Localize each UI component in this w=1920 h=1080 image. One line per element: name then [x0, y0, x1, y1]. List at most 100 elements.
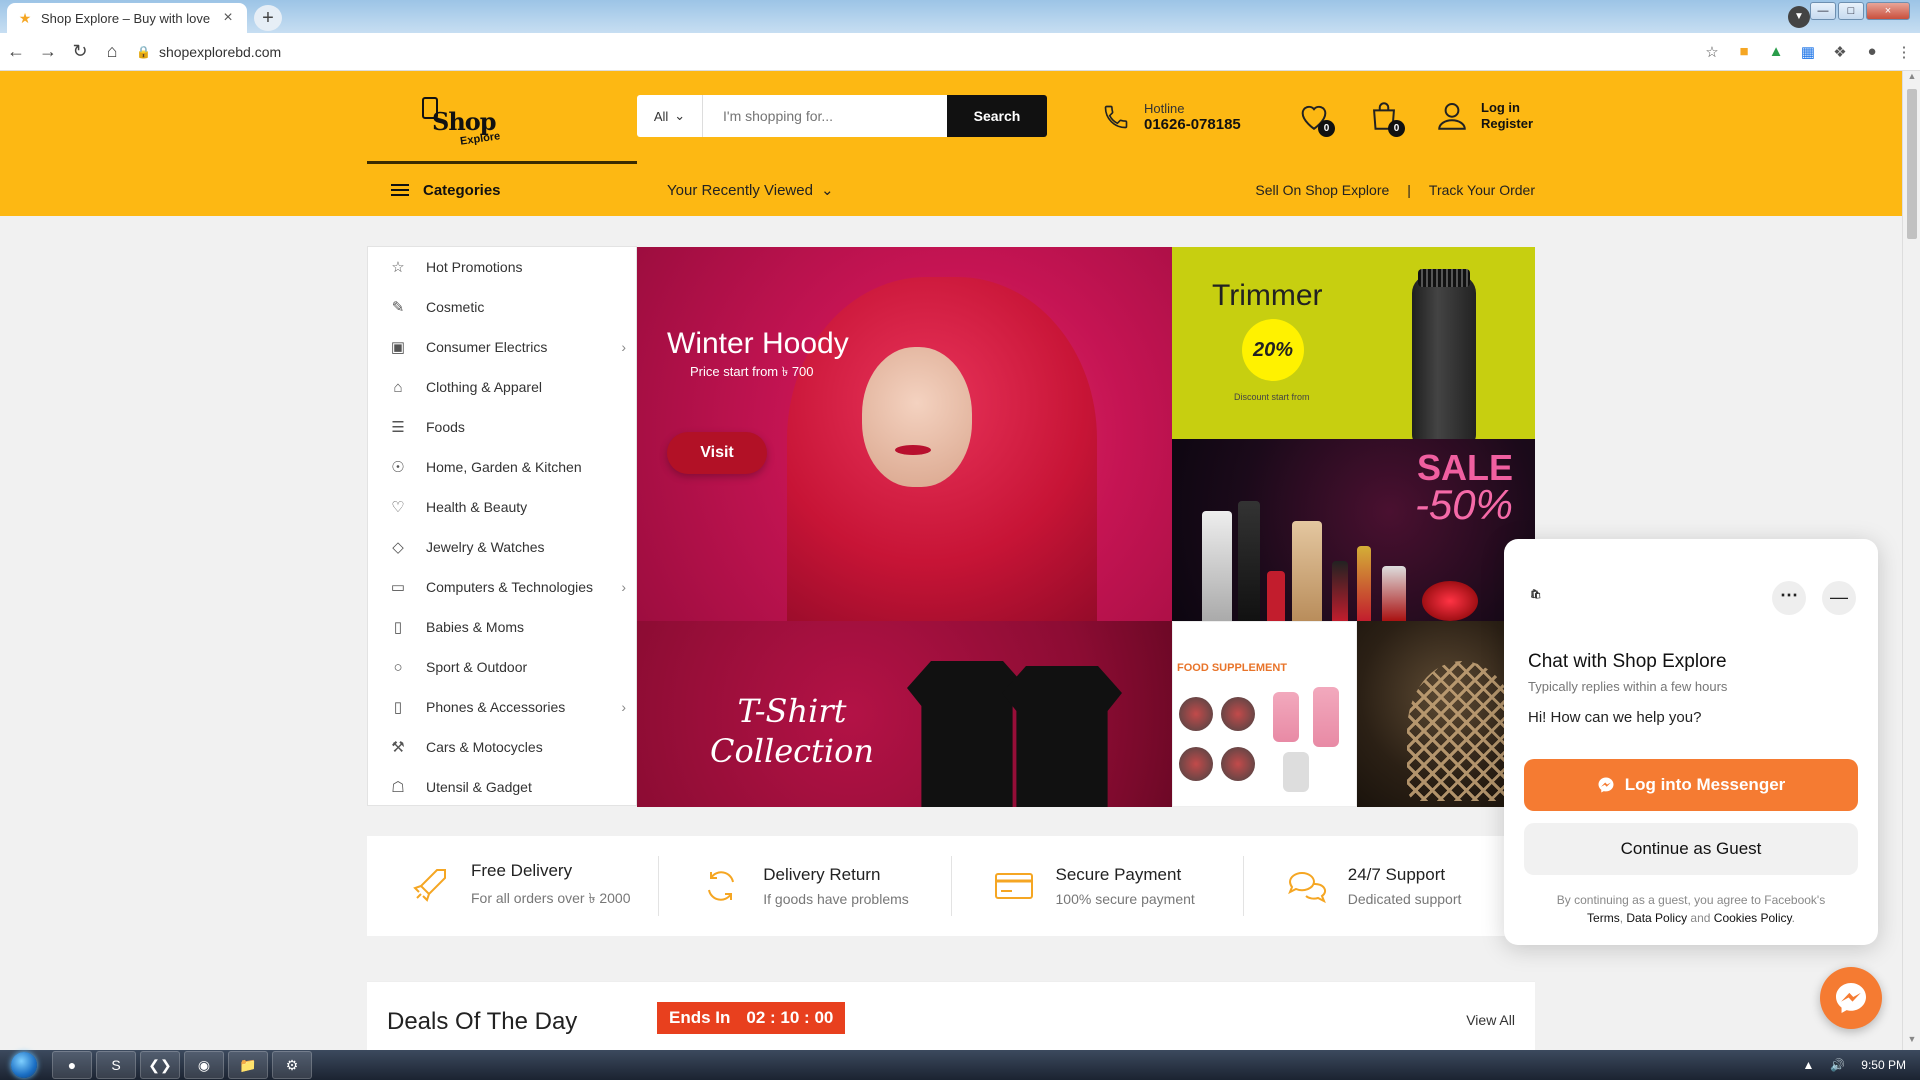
banner-trimmer[interactable]: Trimmer 20% Discount start from: [1172, 247, 1535, 439]
sidebar-item-label: Home, Garden & Kitchen: [426, 459, 582, 475]
login-link[interactable]: Log in: [1481, 100, 1533, 116]
more-options-button[interactable]: ⋯: [1772, 581, 1806, 615]
sidebar-item[interactable]: ✎ Cosmetic: [368, 287, 636, 327]
track-order-link[interactable]: Track Your Order: [1429, 182, 1535, 198]
page-scrollbar[interactable]: ▲ ▼: [1902, 71, 1920, 1050]
wishlist-button[interactable]: 0: [1297, 99, 1335, 137]
close-tab-icon[interactable]: ×: [219, 9, 237, 27]
scrollbar-thumb[interactable]: [1907, 89, 1917, 239]
home-icon[interactable]: ⌂: [96, 41, 128, 62]
banner-cosmetics-sale[interactable]: SALE -50%: [1172, 439, 1535, 621]
trimmer-discount-badge: 20%: [1242, 319, 1304, 381]
sidebar-item[interactable]: ▭ Computers & Technologies ›: [368, 567, 636, 607]
sidebar-item[interactable]: ▯ Phones & Accessories ›: [368, 687, 636, 727]
refresh-icon: [708, 871, 735, 901]
sidebar-item[interactable]: ☰ Foods: [368, 407, 636, 447]
gamepad-icon: ☖: [391, 779, 405, 796]
search-input[interactable]: [703, 95, 947, 137]
trimmer-product-image: [1412, 269, 1476, 439]
sidebar-item[interactable]: ☆ Hot Promotions: [368, 247, 636, 287]
volume-icon[interactable]: 🔊: [1830, 1058, 1845, 1072]
minimize-chat-button[interactable]: —: [1822, 581, 1856, 615]
forward-icon[interactable]: →: [32, 41, 64, 62]
banner-tshirt-collection[interactable]: T-Shirt Collection: [637, 621, 1172, 807]
explorer-taskbar-icon[interactable]: 📁: [228, 1051, 268, 1079]
terms-link[interactable]: Terms: [1587, 911, 1620, 925]
clock[interactable]: 9:50 PM: [1861, 1058, 1906, 1072]
recently-viewed-dropdown[interactable]: Your Recently Viewed ⌄: [667, 181, 834, 200]
tshirt-title: T-Shirt Collection: [709, 692, 875, 770]
main-nav: Categories Your Recently Viewed ⌄ Sell O…: [367, 164, 1535, 216]
feature-support: 24/7 Support Dedicated support: [1244, 856, 1535, 916]
star-icon[interactable]: ☆: [1696, 43, 1728, 61]
sidebar-item[interactable]: ▣ Consumer Electrics ›: [368, 327, 636, 367]
minimize-window-button[interactable]: —: [1810, 2, 1836, 20]
register-link[interactable]: Register: [1481, 116, 1533, 132]
visit-button[interactable]: Visit: [667, 432, 767, 474]
sidebar-item[interactable]: ○ Sport & Outdoor: [368, 647, 636, 687]
windows-taskbar: ● S ❮❯ ◉ 📁 ⚙ ▲ 🔊 9:50 PM: [0, 1050, 1920, 1080]
continue-as-guest-button[interactable]: Continue as Guest: [1524, 823, 1858, 875]
vscode-taskbar-icon[interactable]: ❮❯: [140, 1051, 180, 1079]
profile-icon[interactable]: ●: [1856, 43, 1888, 60]
sidebar-item-label: Computers & Technologies: [426, 579, 594, 595]
sidebar-item[interactable]: ♡ Health & Beauty: [368, 487, 636, 527]
view-all-link[interactable]: View All: [1466, 1012, 1515, 1028]
sidebar-item-label: Health & Beauty: [426, 499, 528, 515]
tab-title: Shop Explore – Buy with love: [41, 10, 211, 26]
perfume-image: [1422, 581, 1478, 621]
macrame-lamp-image: [1407, 661, 1517, 801]
diamond-icon: ◇: [392, 539, 404, 556]
search-category-select[interactable]: All ⌄: [637, 95, 703, 137]
sidebar-item[interactable]: ☖ Utensil & Gadget: [368, 767, 636, 807]
data-policy-link[interactable]: Data Policy: [1626, 911, 1687, 925]
scroll-up-icon[interactable]: ▲: [1903, 71, 1920, 87]
extension-icon[interactable]: ❖: [1824, 43, 1856, 61]
tab-search-icon[interactable]: ▼: [1788, 6, 1810, 28]
browser-tab[interactable]: ★ Shop Explore – Buy with love ×: [7, 3, 247, 33]
chrome-taskbar-icon[interactable]: ◉: [184, 1051, 224, 1079]
food-image: [1179, 697, 1213, 731]
sell-link[interactable]: Sell On Shop Explore: [1255, 182, 1389, 198]
app-taskbar-icon[interactable]: ⚙: [272, 1051, 312, 1079]
site-logo[interactable]: Shop Explore: [422, 85, 512, 155]
feature-title: 24/7 Support: [1347, 865, 1446, 884]
reload-icon[interactable]: ↻: [64, 41, 96, 62]
cart-button[interactable]: 0: [1367, 99, 1405, 137]
search-bar: All ⌄ Search: [637, 95, 1047, 137]
start-button[interactable]: [0, 1050, 48, 1080]
system-tray: ▲ 🔊 9:50 PM: [1802, 1050, 1906, 1080]
cookies-policy-link[interactable]: Cookies Policy: [1714, 911, 1792, 925]
extension-shop-icon[interactable]: ■: [1728, 43, 1760, 60]
close-window-button[interactable]: ×: [1866, 2, 1910, 20]
sidebar-item[interactable]: ☉ Home, Garden & Kitchen: [368, 447, 636, 487]
url-text[interactable]: shopexplorebd.com: [159, 44, 281, 60]
scroll-down-icon[interactable]: ▼: [1903, 1034, 1920, 1050]
maximize-window-button[interactable]: □: [1838, 2, 1864, 20]
back-icon[interactable]: ←: [0, 41, 32, 62]
categories-toggle[interactable]: Categories: [391, 181, 501, 199]
firefox-taskbar-icon[interactable]: ●: [52, 1051, 92, 1079]
feature-description: For all orders over ৳ 2000: [471, 890, 631, 906]
messenger-chat-button[interactable]: [1820, 967, 1882, 1029]
tray-arrow-icon[interactable]: ▲: [1802, 1058, 1814, 1072]
banner-food-supplement[interactable]: FOOD SUPPLEMENT: [1172, 621, 1357, 807]
extension-grid-icon[interactable]: ▦: [1792, 43, 1824, 61]
cart-count-badge: 0: [1388, 120, 1405, 137]
lock-icon[interactable]: 🔒: [136, 45, 151, 59]
sidebar-item[interactable]: ◇ Jewelry & Watches: [368, 527, 636, 567]
menu-icon[interactable]: ⋮: [1888, 43, 1920, 61]
sale-percent: -50%: [1414, 481, 1513, 528]
ends-in-label: Ends In: [669, 1008, 731, 1027]
sidebar-item[interactable]: ⚒ Cars & Motocycles: [368, 727, 636, 767]
hotline-number[interactable]: 01626-078185: [1144, 116, 1241, 133]
sidebar-item[interactable]: ▯ Babies & Moms: [368, 607, 636, 647]
banner-winter-hoody[interactable]: Winter Hoody Price start from ৳ 700 Visi…: [637, 247, 1172, 621]
extension-shield-icon[interactable]: ▲: [1760, 43, 1792, 60]
sidebar-item[interactable]: ⌂ Clothing & Apparel: [368, 367, 636, 407]
log-into-messenger-button[interactable]: Log into Messenger: [1524, 759, 1858, 811]
sublime-taskbar-icon[interactable]: S: [96, 1051, 136, 1079]
search-button[interactable]: Search: [947, 95, 1047, 137]
new-tab-button[interactable]: +: [254, 5, 282, 31]
address-bar[interactable]: 🔒 shopexplorebd.com: [136, 38, 1696, 66]
